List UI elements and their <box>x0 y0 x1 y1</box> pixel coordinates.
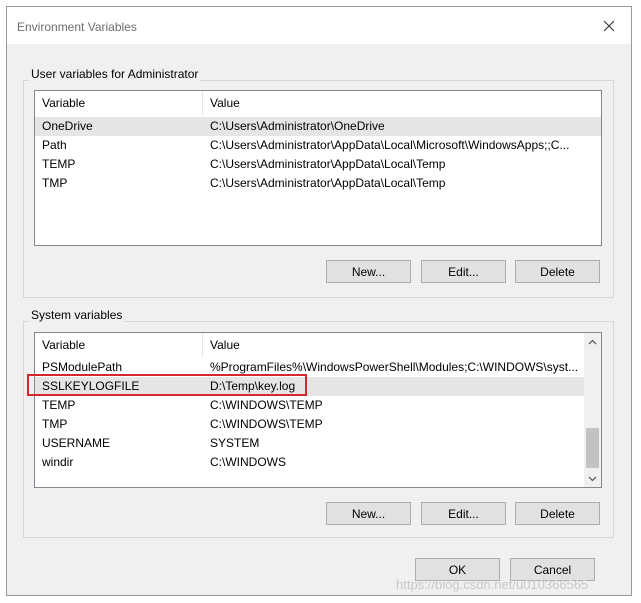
user-new-button[interactable]: New... <box>326 260 411 283</box>
watermark-text: https://blog.csdn.net/u010366565 <box>396 577 589 592</box>
title-bar: Environment Variables <box>7 7 631 44</box>
column-header-value[interactable]: Value <box>203 91 583 115</box>
scroll-up-button[interactable] <box>584 333 601 350</box>
table-row[interactable]: OneDrive C:\Users\Administrator\OneDrive <box>35 117 601 136</box>
variable-name: OneDrive <box>42 119 93 133</box>
user-delete-button[interactable]: Delete <box>515 260 600 283</box>
variable-value: C:\WINDOWS <box>210 455 286 469</box>
scroll-down-button[interactable] <box>584 470 601 487</box>
variable-value: C:\Users\Administrator\AppData\Local\Tem… <box>210 157 446 171</box>
variable-name: TEMP <box>42 398 76 412</box>
system-list-header: Variable Value <box>35 333 601 357</box>
column-header-variable[interactable]: Variable <box>35 333 202 357</box>
table-row[interactable]: TEMP C:\WINDOWS\TEMP <box>35 396 601 415</box>
table-row[interactable]: TEMP C:\Users\Administrator\AppData\Loca… <box>35 155 601 174</box>
close-icon <box>603 20 615 32</box>
user-edit-button[interactable]: Edit... <box>421 260 506 283</box>
user-variables-title: User variables for Administrator <box>29 67 201 81</box>
chevron-down-icon <box>588 476 597 481</box>
system-edit-button[interactable]: Edit... <box>421 502 506 525</box>
variable-name: windir <box>42 455 74 469</box>
column-header-value[interactable]: Value <box>203 333 583 357</box>
user-list-header: Variable Value <box>35 91 601 115</box>
system-new-button[interactable]: New... <box>326 502 411 525</box>
scroll-thumb[interactable] <box>586 428 599 468</box>
variable-value: C:\Users\Administrator\AppData\Local\Tem… <box>210 176 446 190</box>
variable-name: TMP <box>42 176 68 190</box>
variable-name: TMP <box>42 417 68 431</box>
variable-value: C:\WINDOWS\TEMP <box>210 417 323 431</box>
highlight-annotation <box>27 374 307 396</box>
table-row[interactable]: windir C:\WINDOWS <box>35 453 601 472</box>
chevron-up-icon <box>588 339 597 344</box>
vertical-scrollbar[interactable] <box>584 333 601 487</box>
table-row[interactable]: USERNAME SYSTEM <box>35 434 601 453</box>
table-row[interactable]: TMP C:\Users\Administrator\AppData\Local… <box>35 174 601 193</box>
environment-variables-dialog: Environment Variables User variables for… <box>6 6 632 596</box>
system-variables-title: System variables <box>29 308 125 322</box>
system-delete-button[interactable]: Delete <box>515 502 600 525</box>
variable-name: USERNAME <box>42 436 111 450</box>
table-row[interactable]: Path C:\Users\Administrator\AppData\Loca… <box>35 136 601 155</box>
window-title: Environment Variables <box>17 20 137 34</box>
column-header-variable[interactable]: Variable <box>35 91 202 115</box>
user-variables-list[interactable]: Variable Value OneDrive C:\Users\Adminis… <box>34 90 602 246</box>
variable-value: C:\Users\Administrator\OneDrive <box>210 119 385 133</box>
system-variables-list[interactable]: Variable Value PSModulePath %ProgramFile… <box>34 332 602 488</box>
variable-value: C:\Users\Administrator\AppData\Local\Mic… <box>210 138 570 152</box>
variable-value: SYSTEM <box>210 436 260 450</box>
variable-value: C:\WINDOWS\TEMP <box>210 398 323 412</box>
close-button[interactable] <box>597 15 621 37</box>
table-row[interactable]: TMP C:\WINDOWS\TEMP <box>35 415 601 434</box>
variable-name: TEMP <box>42 157 76 171</box>
variable-name: Path <box>42 138 67 152</box>
